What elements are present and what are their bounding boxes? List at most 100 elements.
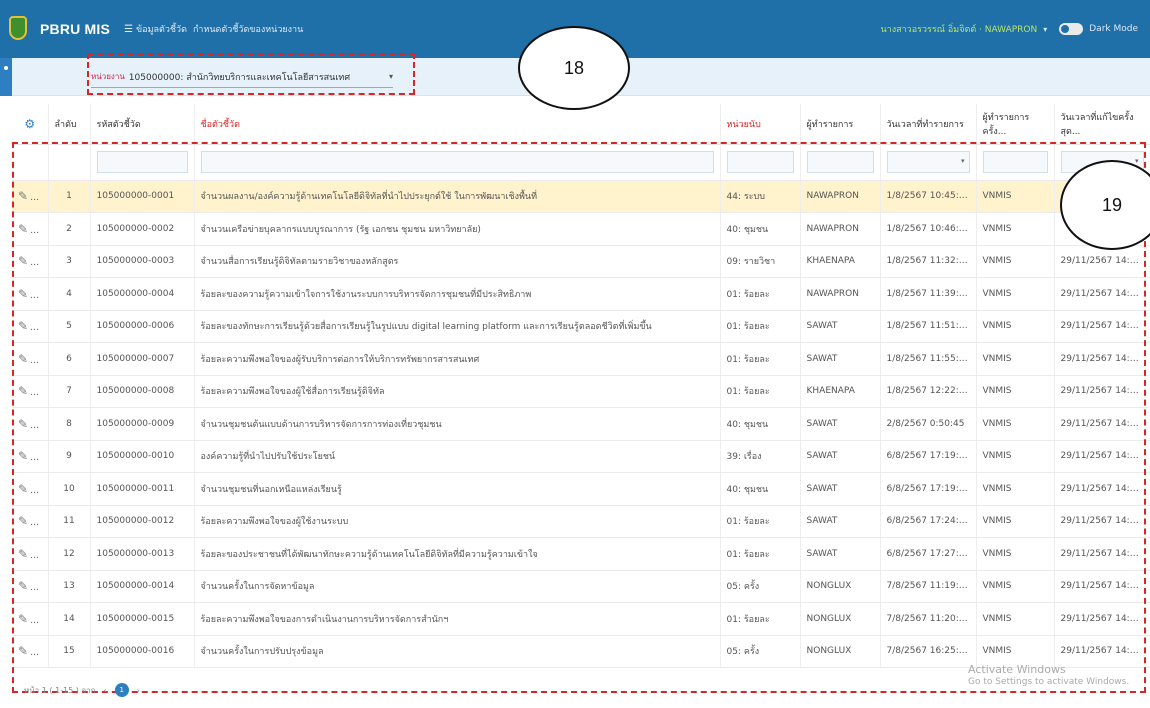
cell-unit: 40: ชุมชน [720,212,801,246]
col-no[interactable]: ลำดับ [48,104,91,145]
cell-code: 105000000-0006 [90,310,195,343]
row-actions[interactable]: ✎🗑 [12,440,49,473]
cell-editor: VNMIS [976,505,1055,538]
cell-editor: VNMIS [976,342,1055,376]
cell-owner: NAWAPRON [800,277,881,311]
filter-date-input[interactable]: ▾ [886,151,970,173]
user-menu[interactable]: นางสาวอรวรรณ์ อิ่มจิตต์ · NAWAPRON [881,22,1038,36]
page-current[interactable]: 1 [114,683,129,697]
cell-owner: SAWAT [800,440,881,473]
cell-date: 1/8/2567 10:46:23 [880,212,977,246]
cell-code: 105000000-0012 [90,505,195,538]
filter-panel-toggle[interactable] [0,58,12,96]
cell-owner: SAWAT [800,472,881,506]
cell-unit: 40: ชุมชน [720,472,801,506]
cell-unit: 05: ครั้ง [720,570,801,603]
chevron-down-icon[interactable]: ▾ [389,72,393,81]
cell-no: 8 [48,407,91,441]
cell-code: 105000000-0004 [90,277,195,311]
row-actions[interactable]: ✎🗑 [12,407,49,441]
cell-edate: 29/11/2567 14:33:54 [1054,505,1150,538]
cell-owner: SAWAT [800,342,881,376]
cell-editor: VNMIS [976,180,1055,213]
col-last-date[interactable]: วันเวลาที่แก้ไขครั้งสุด... [1054,104,1150,145]
table-row[interactable]: ✎🗑 1 105000000-0001 จำนวนผลงาน/องค์ความรู้ด… [12,180,1150,213]
breadcrumb-item-1[interactable]: ข้อมูลตัวชี้วัด [136,22,187,36]
cell-name: ร้อยละความพึงพอใจของผู้ใช้สื่อการเรียนรู… [194,375,721,408]
table-row[interactable]: ✎🗑 4 105000000-0004 ร้อยละของความรู้ความเข้… [12,277,1150,311]
filter-unit-input[interactable] [726,151,794,173]
dark-mode-toggle[interactable] [1059,23,1084,35]
cell-code: 105000000-0001 [90,180,195,213]
cell-name: ร้อยละความพึงพอใจของการดำเนินงานการบริหา… [194,602,721,636]
row-actions[interactable]: ✎🗑 [12,180,49,213]
indicator-table: ⚙ ลำดับ รหัสตัวชี้วัด ชื่อตัวชี้วัด หน่ว… [12,104,1150,668]
row-actions[interactable]: ✎🗑 [12,635,49,668]
filter-code-input[interactable] [96,151,188,173]
cell-editor: VNMIS [976,472,1055,506]
col-last-editor[interactable]: ผู้ทำรายการครั้ง... [976,104,1055,145]
cell-name: จำนวนผลงาน/องค์ความรู้ด้านเทคโนโลยีดิจิท… [194,180,721,213]
filter-owner-input[interactable] [806,151,874,173]
chevron-down-icon[interactable]: ▾ [1043,25,1047,34]
breadcrumb-item-2[interactable]: กำหนดตัวชี้วัดของหน่วยงาน [193,22,303,36]
table-row[interactable]: ✎🗑 13 105000000-0014 จำนวนครั้งในการจัดหาข้… [12,570,1150,603]
settings-gear-icon[interactable]: ⚙ [12,104,49,145]
cell-editor: VNMIS [976,440,1055,473]
row-actions[interactable]: ✎🗑 [12,310,49,343]
col-unit[interactable]: หน่วยนับ [720,104,801,145]
cell-no: 2 [48,212,91,246]
cell-name: ร้อยละของประชาชนที่ได้พัฒนาทักษะความรู้ด… [194,537,721,571]
cell-code: 105000000-0009 [90,407,195,441]
row-actions[interactable]: ✎🗑 [12,277,49,311]
cell-owner: SAWAT [800,407,881,441]
table-row[interactable]: ✎🗑 8 105000000-0009 จำนวนชุมชนต้นแบบด้านการ… [12,407,1150,441]
cell-name: จำนวนครั้งในการจัดหาข้อมูล [194,570,721,603]
prev-page-icon[interactable]: ‹ [103,686,106,695]
table-row[interactable]: ✎🗑 3 105000000-0003 จำนวนสื่อการเรียนรู้ดิจ… [12,245,1150,278]
cell-code: 105000000-0002 [90,212,195,246]
row-actions[interactable]: ✎🗑 [12,375,49,408]
filter-name-input[interactable] [200,151,714,173]
table-row[interactable]: ✎🗑 10 105000000-0011 จำนวนชุมชนที่นอกเหนือแ… [12,472,1150,506]
cell-date: 1/8/2567 11:51:15 [880,310,977,343]
row-actions[interactable]: ✎🗑 [12,602,49,636]
row-actions[interactable]: ✎🗑 [12,245,49,278]
col-date[interactable]: วันเวลาที่ทำรายการ [880,104,977,145]
cell-unit: 40: ชุมชน [720,407,801,441]
cell-edate: 29/11/2567 14:33:54 [1054,375,1150,408]
cell-edate: 29/11/2567 14:33:54 [1054,635,1150,668]
row-actions[interactable]: ✎🗑 [12,342,49,376]
table-header-row: ⚙ ลำดับ รหัสตัวชี้วัด ชื่อตัวชี้วัด หน่ว… [12,104,1150,145]
row-actions[interactable]: ✎🗑 [12,537,49,571]
col-name[interactable]: ชื่อตัวชี้วัด [194,104,721,145]
cell-owner: KHAENAPA [800,375,881,408]
table-row[interactable]: ✎🗑 5 105000000-0006 ร้อยละของทักษะการเรียนร… [12,310,1150,343]
cell-date: 1/8/2567 10:45:14 [880,180,977,213]
cell-owner: NONGLUX [800,602,881,636]
filter-editor-input[interactable] [982,151,1048,173]
col-owner[interactable]: ผู้ทำรายการ [800,104,881,145]
menu-grid-icon[interactable]: ☰ [124,24,133,35]
row-actions[interactable]: ✎🗑 [12,570,49,603]
table-row[interactable]: ✎🗑 11 105000000-0012 ร้อยละความพึงพอใจของผู… [12,505,1150,538]
table-row[interactable]: ✎🗑 14 105000000-0015 ร้อยละความพึงพอใจของกา… [12,602,1150,636]
cell-unit: 05: ครั้ง [720,635,801,668]
university-logo-icon [6,14,32,44]
cell-code: 105000000-0013 [90,537,195,571]
table-row[interactable]: ✎🗑 9 105000000-0010 องค์ความรู้ที่นำไปปรับใ… [12,440,1150,473]
row-actions[interactable]: ✎🗑 [12,472,49,506]
table-row[interactable]: ✎🗑 7 105000000-0008 ร้อยละความพึงพอใจของผู้… [12,375,1150,408]
table-row[interactable]: ✎🗑 12 105000000-0013 ร้อยละของประชาชนที่ได้… [12,537,1150,571]
department-select[interactable]: หน่วยงาน 105000000: สำนักวิทยบริการและเท… [91,66,393,88]
table-row[interactable]: ✎🗑 6 105000000-0007 ร้อยละความพึงพอใจของผู้… [12,342,1150,376]
cell-edate: 29/11/2567 14:33:54 [1054,570,1150,603]
table-row[interactable]: ✎🗑 2 105000000-0002 จำนวนเครือข่ายบุคลากรแบ… [12,212,1150,246]
row-actions[interactable]: ✎🗑 [12,505,49,538]
page-info: หน้า 1 ( 1-15 ) จาก [24,685,96,695]
next-page-icon[interactable]: › [137,686,140,695]
cell-owner: SAWAT [800,537,881,571]
row-actions[interactable]: ✎🗑 [12,212,49,246]
col-code[interactable]: รหัสตัวชี้วัด [90,104,195,145]
cell-edate: 29/11/2567 14:33:54 [1054,310,1150,343]
